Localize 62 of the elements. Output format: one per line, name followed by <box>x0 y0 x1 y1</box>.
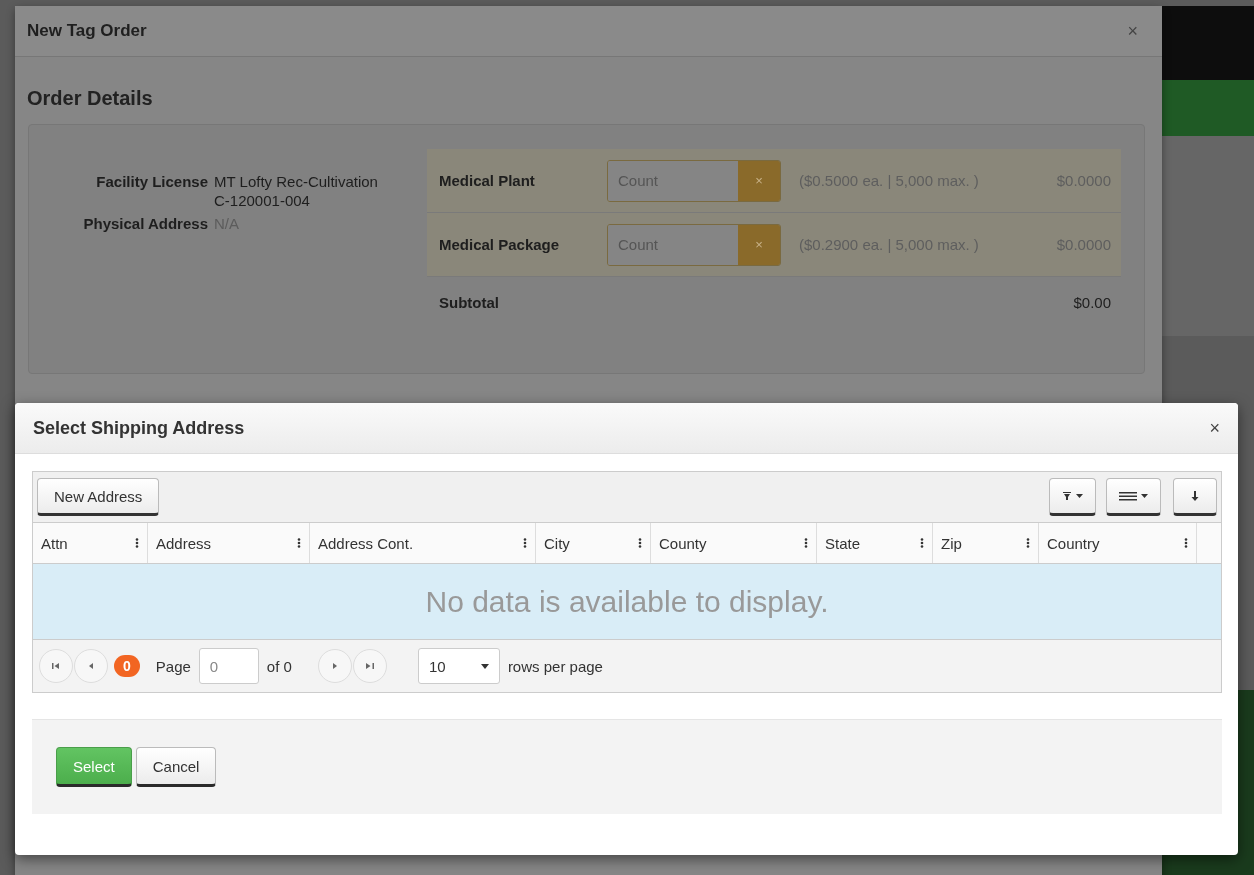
field-label: Facility License <box>95 173 209 192</box>
last-page-icon <box>365 661 374 671</box>
download-button[interactable] <box>1173 478 1217 516</box>
previous-page-button[interactable] <box>74 649 108 683</box>
column-header[interactable]: Attn <box>33 523 148 563</box>
column-title: State <box>825 534 861 552</box>
item-name: Medical Package <box>439 236 561 253</box>
new-address-button[interactable]: New Address <box>37 478 160 516</box>
column-menu-icon <box>1184 538 1188 548</box>
dialog-title: New Tag Order <box>27 21 147 41</box>
field-label: Physical Address <box>82 215 209 232</box>
next-page-icon <box>331 661 338 671</box>
rows-per-page-label: rows per page <box>507 657 603 675</box>
filter-icon <box>1062 491 1072 501</box>
column-header[interactable]: Address <box>148 523 310 563</box>
cancel-button[interactable]: Cancel <box>135 747 217 787</box>
column-menu-icon <box>638 538 642 548</box>
column-header[interactable]: Zip <box>933 523 1039 563</box>
column-menu-icon <box>135 538 139 548</box>
caret-icon <box>1141 491 1148 501</box>
column-header[interactable]: City <box>536 523 651 563</box>
column-title: Zip <box>941 534 962 552</box>
column-title: Country <box>1047 534 1100 552</box>
column-header[interactable]: County <box>651 523 817 563</box>
filter-button[interactable] <box>1049 478 1096 516</box>
next-page-button[interactable] <box>317 649 352 683</box>
empty-message: No data is available to display. <box>425 584 829 619</box>
column-title: City <box>544 534 570 552</box>
column-header[interactable]: Address Cont. <box>310 523 536 563</box>
subtotal-value: $0.00 <box>1073 293 1111 311</box>
column-menu-icon <box>920 538 924 548</box>
arrow-down-icon <box>1190 491 1200 501</box>
column-title: Address Cont. <box>318 534 414 552</box>
page-size-select[interactable]: 10 <box>417 648 500 684</box>
page-label: Page <box>155 657 191 675</box>
record-count-badge: 0 <box>114 655 140 677</box>
column-header[interactable]: State <box>817 523 933 563</box>
first-page-button[interactable] <box>39 649 73 683</box>
columns-button[interactable] <box>1106 478 1161 516</box>
previous-page-icon <box>88 661 94 671</box>
column-header[interactable]: Country <box>1039 523 1197 563</box>
item-name: Medical Plant <box>439 172 536 189</box>
column-menu-icon <box>1026 538 1030 548</box>
column-menu-icon <box>804 538 808 548</box>
caret-icon <box>1076 491 1083 501</box>
column-title: County <box>659 534 707 552</box>
last-page-button[interactable] <box>352 649 387 683</box>
field-value: MT Lofty Rec-Cultivation <box>214 173 379 190</box>
first-page-icon <box>52 661 60 671</box>
column-menu-icon <box>523 538 527 548</box>
column-title: Address <box>156 534 212 552</box>
caret-icon <box>480 661 489 671</box>
column-menu-icon <box>297 538 301 548</box>
column-title: Attn <box>41 534 68 552</box>
dialog-title: Select Shipping Address <box>33 417 245 439</box>
field-value: C-120001-004 <box>214 192 311 209</box>
section-heading: Order Details <box>27 87 153 110</box>
page-input[interactable]: 0 <box>198 648 259 684</box>
page-total: of 0 <box>266 657 292 675</box>
menu-icon <box>1119 491 1137 501</box>
subtotal-label: Subtotal <box>439 293 499 311</box>
close-button[interactable]: × <box>1205 417 1224 439</box>
